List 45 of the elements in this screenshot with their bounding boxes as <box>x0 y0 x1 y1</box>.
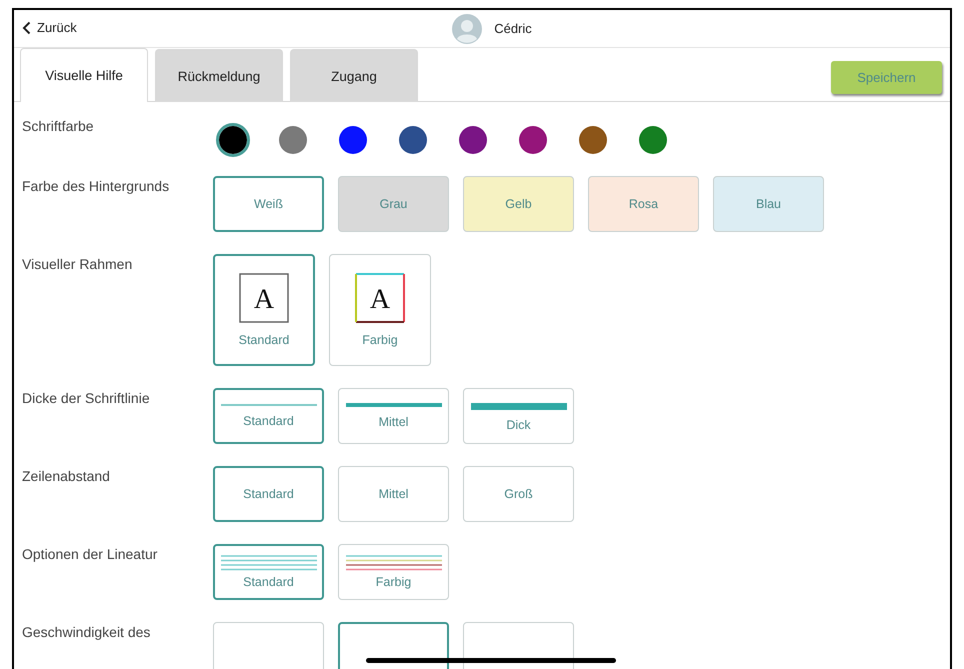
user-name: Cédric <box>494 21 532 36</box>
option-card[interactable]: Mittel <box>338 388 449 444</box>
letter-frame-icon: A <box>239 273 289 323</box>
tab[interactable]: Visuelle Hilfe <box>20 48 148 102</box>
setting-label: Visueller Rahmen <box>22 255 134 274</box>
option-card[interactable]: Farbig <box>338 544 449 600</box>
save-button[interactable]: Speichern <box>831 61 942 94</box>
tab[interactable]: Zugang <box>290 49 418 102</box>
line-sample-icon <box>346 403 442 407</box>
back-button[interactable]: Zurück <box>20 18 79 37</box>
color-swatch[interactable] <box>399 126 427 154</box>
color-swatch[interactable] <box>459 126 487 154</box>
ruled-lines-icon <box>346 555 442 571</box>
color-swatch[interactable] <box>639 126 667 154</box>
color-swatch[interactable] <box>339 126 367 154</box>
color-swatch[interactable] <box>519 126 547 154</box>
option-card[interactable]: Standard <box>213 466 324 522</box>
tab[interactable]: Rückmeldung <box>155 49 283 102</box>
option-card[interactable]: Blau <box>713 176 824 232</box>
setting-label: Zeilenabstand <box>22 467 111 486</box>
option-card[interactable] <box>338 622 449 669</box>
option-card[interactable]: Gelb <box>463 176 574 232</box>
option-card[interactable]: Dick <box>463 388 574 444</box>
setting-label: Dicke der Schriftlinie <box>22 389 151 408</box>
setting-label: Farbe des Hintergrunds <box>22 177 170 196</box>
setting-label: Schriftfarbe <box>22 117 95 136</box>
line-sample-icon <box>220 404 316 406</box>
setting-label: Optionen der Lineatur <box>22 545 158 564</box>
chevron-left-icon <box>22 20 31 34</box>
option-card[interactable]: Standard <box>213 544 324 600</box>
option-card[interactable]: Mittel <box>338 466 449 522</box>
setting-label: Geschwindigkeit des <box>22 623 152 642</box>
option-card[interactable]: A Standard <box>213 254 315 366</box>
option-card[interactable]: Groß <box>463 466 574 522</box>
option-card[interactable]: Rosa <box>588 176 699 232</box>
option-card[interactable]: Weiß <box>213 176 324 232</box>
option-card[interactable]: A Farbig <box>329 254 431 366</box>
option-card[interactable]: Standard <box>213 388 324 444</box>
color-swatch[interactable] <box>579 126 607 154</box>
option-card[interactable]: Grau <box>338 176 449 232</box>
ruled-lines-icon <box>220 555 316 571</box>
line-sample-icon <box>470 403 566 410</box>
avatar-icon <box>452 14 482 44</box>
color-swatch[interactable] <box>279 126 307 154</box>
color-swatch[interactable] <box>219 126 247 154</box>
